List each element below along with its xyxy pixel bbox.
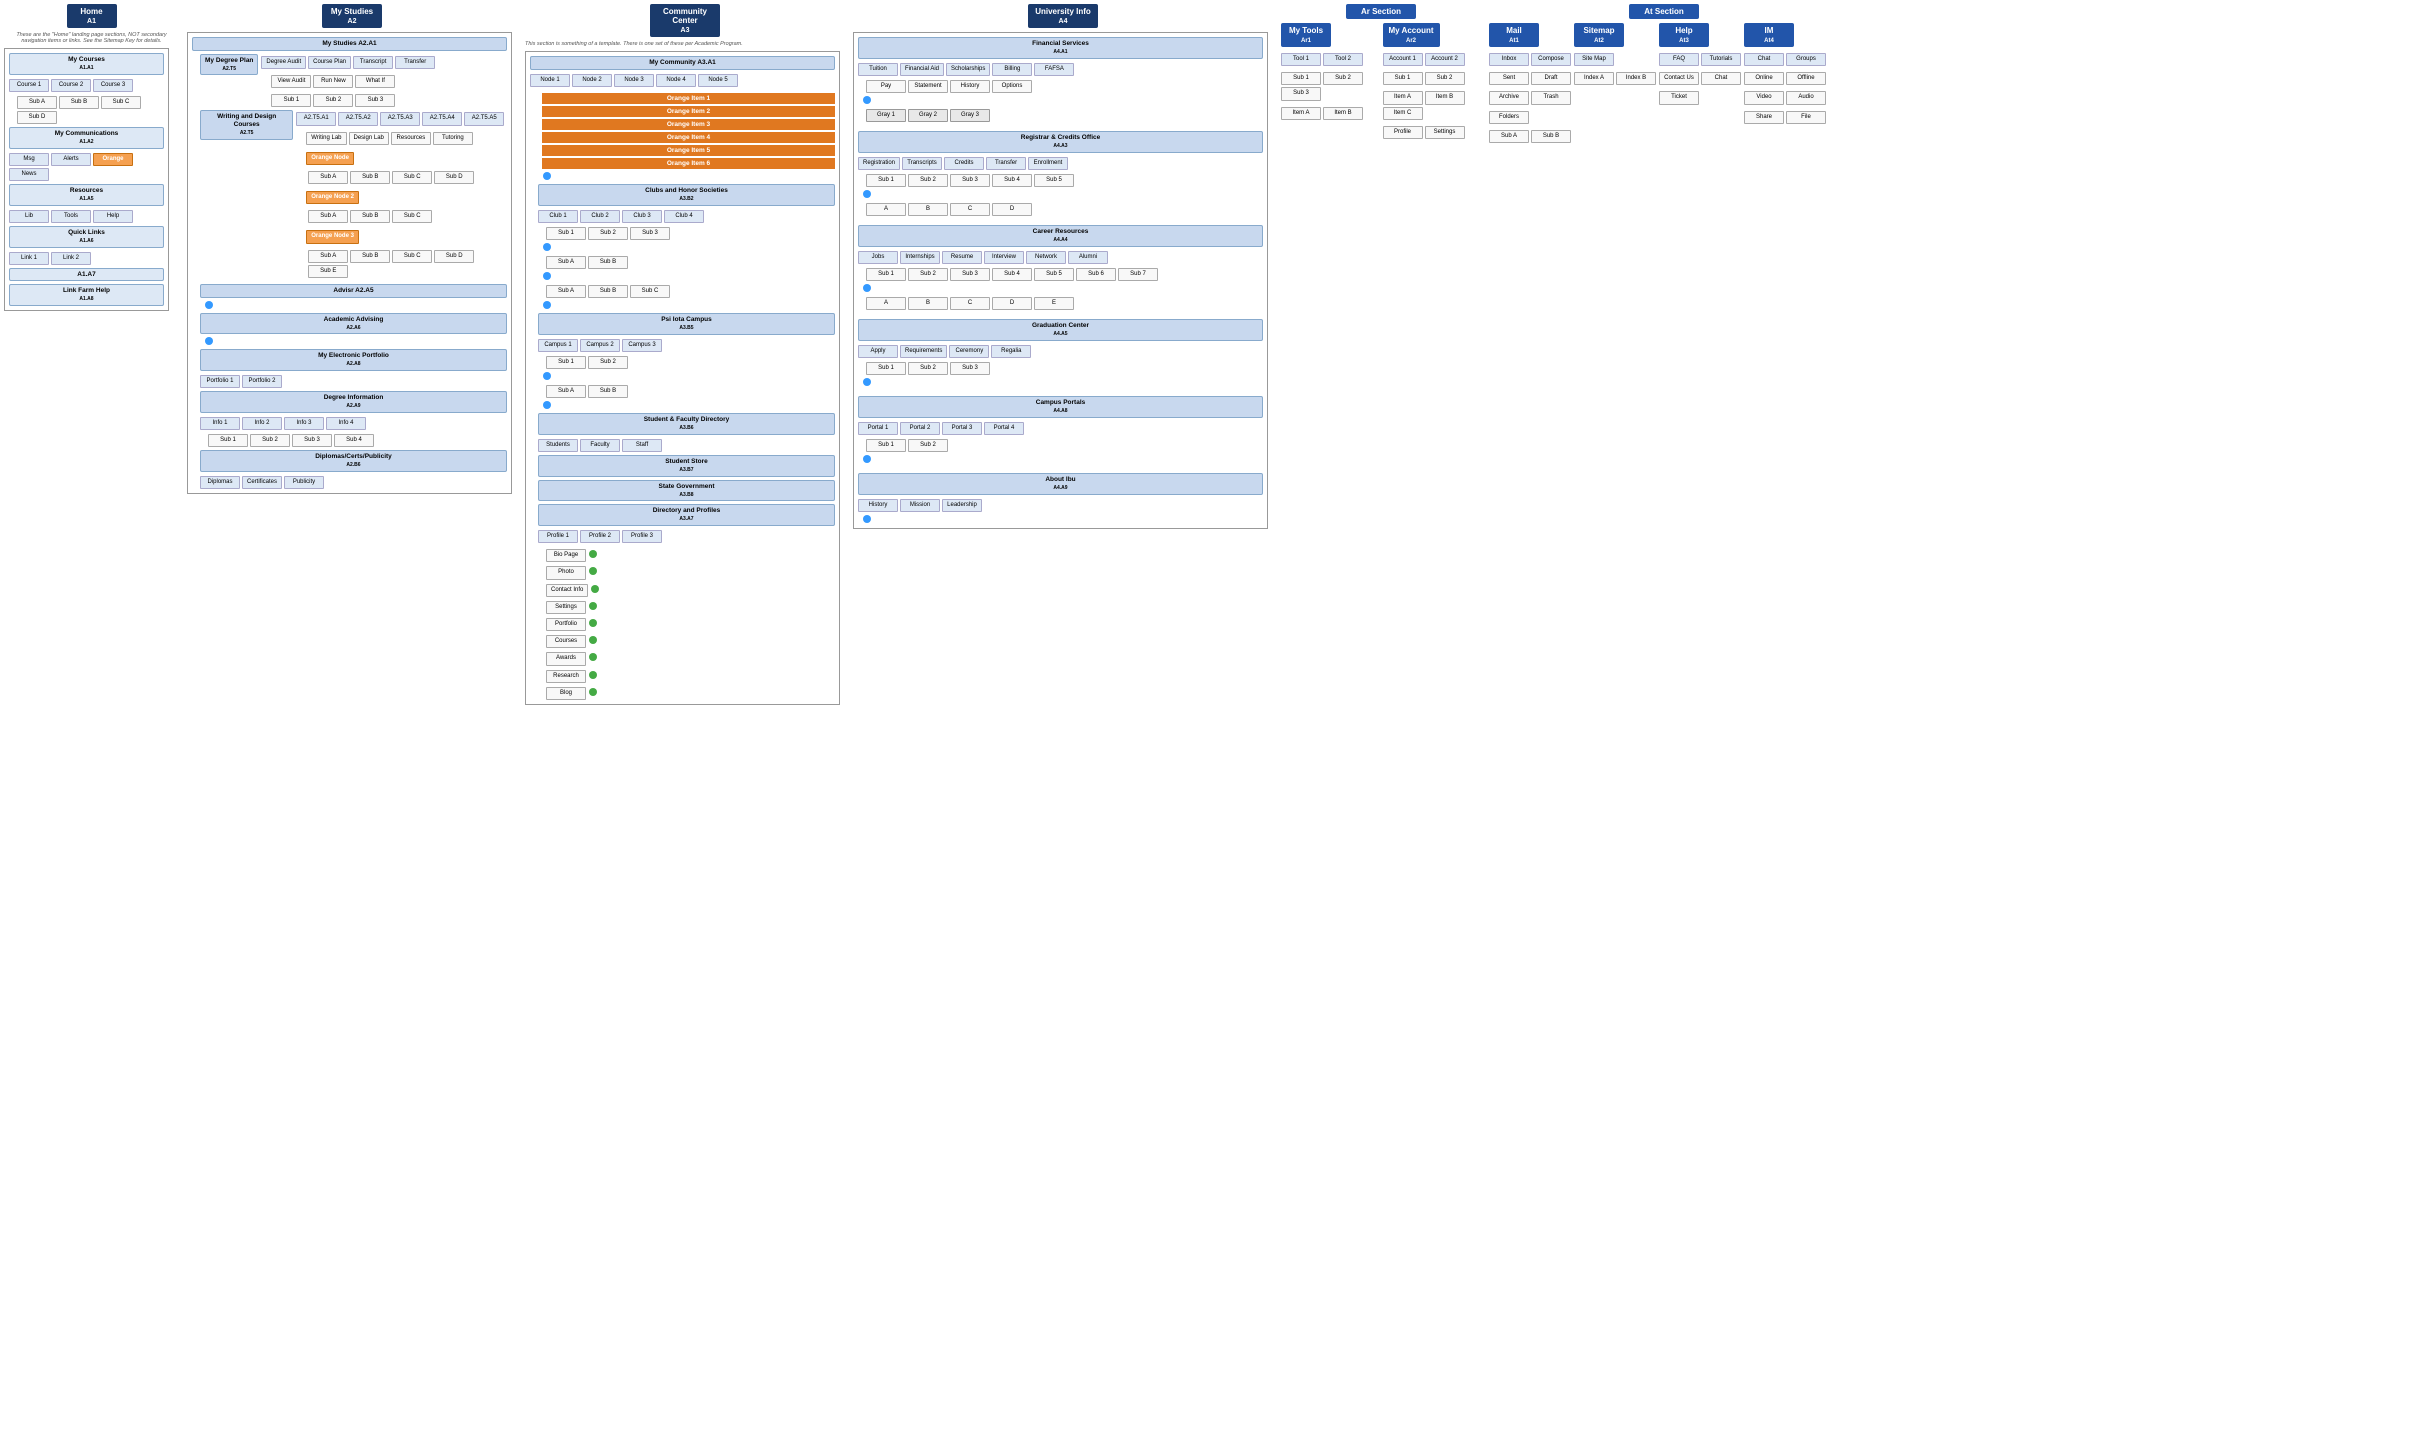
cc-green-1 (589, 550, 597, 558)
community-note: This section is something of a template.… (525, 41, 743, 47)
uni-grad-ind (863, 378, 871, 386)
at-im-header: IMAt4 (1744, 23, 1794, 47)
cc-campus: Psi Iota CampusA3.B5 Campus 1 Campus 2 C… (538, 313, 835, 410)
uni-fin-ind (863, 96, 871, 104)
cc-indicator (543, 172, 551, 180)
ar-myaccount: My AccountAr2 Account 1 Account 2 Sub 1 … (1383, 23, 1482, 139)
ms-advising: Academic AdvisingA2.A6 (200, 313, 507, 347)
ar-mytools: My ToolsAr1 Tool 1 Tool 2 Sub 1 Sub 2 Su… (1281, 23, 1380, 120)
ms-diplomas: Diplomas/Certs/PublicityA2.B6 Diplomas C… (200, 450, 507, 489)
cc-clubs-ind2 (543, 272, 551, 280)
cc-green-5 (589, 619, 597, 627)
cc-store: Student StoreA3.B7 (538, 455, 835, 477)
uni-about-ind (863, 515, 871, 523)
at-sitemap: SitemapAt2 Site Map Index A Index B (1574, 23, 1656, 85)
cc-clubs: Clubs and Honor SocietiesA3.B2 Club 1 Cl… (538, 184, 835, 310)
ms-advisr: Advisr A2.A5 (200, 284, 507, 310)
home-mycourses: My CoursesA1.A1 Course 1 Course 2 Course… (9, 53, 164, 124)
ms-degreeplan: My Degree PlanA2.T5 Degree Audit Course … (200, 54, 507, 108)
cc-profiles: Directory and ProfilesA3.A7 Profile 1 Pr… (538, 504, 835, 699)
at-sitemap-header: SitemapAt2 (1574, 23, 1624, 47)
uni-reg-ind (863, 190, 871, 198)
uni-port-ind (863, 455, 871, 463)
cc-clubs-ind3 (543, 301, 551, 309)
cc-green-7 (589, 653, 597, 661)
home-linkfarm: Link Farm HelpA1.A8 (9, 284, 164, 306)
at-help-header: HelpAt3 (1659, 23, 1709, 47)
home-note: These are the "Home" landing page sectio… (4, 32, 179, 44)
mystudies-section: My Studies A2 My Studies A2.A1 My Degree… (187, 4, 517, 494)
at-mail-header: MailAt1 (1489, 23, 1539, 47)
at-im: IMAt4 Chat Groups Online Offline Video A… (1744, 23, 1826, 124)
ms-main: My Studies A2.A1 (192, 37, 507, 51)
indicator-2 (205, 337, 213, 345)
cc-green-6 (589, 636, 597, 644)
home-mycomm: My CommunicationsA1.A2 Msg Alerts Orange… (9, 127, 164, 181)
uni-about: About IbuA4.A9 History Mission Leadershi… (858, 473, 1263, 524)
cc-green-4 (589, 602, 597, 610)
ms-portfolio: My Electronic PortfolioA2.A8 Portfolio 1… (200, 349, 507, 388)
community-content: My Community A3.A1 Node 1 Node 2 Node 3 … (525, 51, 840, 705)
community-header: Community Center A3 (650, 4, 720, 37)
ms-writing: Writing and Design CoursesA2.T5 A2.T5.A1… (200, 110, 507, 278)
ms-degreeinfo: Degree InformationA2.A9 Info 1 Info 2 In… (200, 391, 507, 447)
uni-portals: Campus PortalsA4.A8 Portal 1 Portal 2 Po… (858, 396, 1263, 464)
cc-green-9 (589, 688, 597, 696)
ar-header: Ar Section (1346, 4, 1416, 19)
cc-campus-ind (543, 372, 551, 380)
at-header: At Section (1629, 4, 1699, 19)
uni-car-ind (863, 284, 871, 292)
ar-myaccount-header: My AccountAr2 (1383, 23, 1440, 47)
uni-registrar: Registrar & Credits OfficeA4.A3 Registra… (858, 131, 1263, 216)
cc-clubs-ind (543, 243, 551, 251)
home-quicklinks: Quick LinksA1.A6 Link 1 Link 2 (9, 226, 164, 265)
uni-graduation: Graduation CenterA4.A5 Apply Requirement… (858, 319, 1263, 387)
at-section: At Section MailAt1 Inbox Compose Sent Dr… (1489, 4, 1839, 143)
community-section: Community Center A3 This section is some… (525, 4, 845, 705)
cc-directory: Student & Faculty DirectoryA3.B6 Student… (538, 413, 835, 452)
cc-govt: State GovernmentA3.B8 (538, 480, 835, 502)
home-content: My CoursesA1.A1 Course 1 Course 2 Course… (4, 48, 169, 311)
at-mail: MailAt1 Inbox Compose Sent Draft Archive… (1489, 23, 1571, 143)
at-help: HelpAt3 FAQ Tutorials Contact Us Chat Ti… (1659, 23, 1741, 105)
university-header: University Info A4 (1028, 4, 1098, 28)
ar-subsections: My ToolsAr1 Tool 1 Tool 2 Sub 1 Sub 2 Su… (1281, 23, 1481, 139)
cc-green-8 (589, 671, 597, 679)
uni-financial: Financial ServicesA4.A1 Tuition Financia… (858, 37, 1263, 122)
home-section: Home A1 These are the "Home" landing pag… (4, 4, 179, 311)
home-a7: A1.A7 (9, 268, 164, 282)
uni-career: Career ResourcesA4.A4 Jobs Internships R… (858, 225, 1263, 310)
cc-green-3 (591, 585, 599, 593)
cc-green-2 (589, 567, 597, 575)
home-header: Home A1 (67, 4, 117, 28)
university-section: University Info A4 Financial ServicesA4.… (853, 4, 1273, 529)
university-content: Financial ServicesA4.A1 Tuition Financia… (853, 32, 1268, 529)
ar-section: Ar Section My ToolsAr1 Tool 1 Tool 2 Sub… (1281, 4, 1481, 139)
indicator-1 (205, 301, 213, 309)
at-subsections: MailAt1 Inbox Compose Sent Draft Archive… (1489, 23, 1826, 143)
ar-mytools-header: My ToolsAr1 (1281, 23, 1331, 47)
home-resources: ResourcesA1.A5 Lib Tools Help (9, 184, 164, 223)
cc-main: My Community A3.A1 Node 1 Node 2 Node 3 … (530, 56, 835, 181)
cc-campus-ind2 (543, 401, 551, 409)
mystudies-header: My Studies A2 (322, 4, 382, 28)
mystudies-content: My Studies A2.A1 My Degree PlanA2.T5 Deg… (187, 32, 512, 494)
